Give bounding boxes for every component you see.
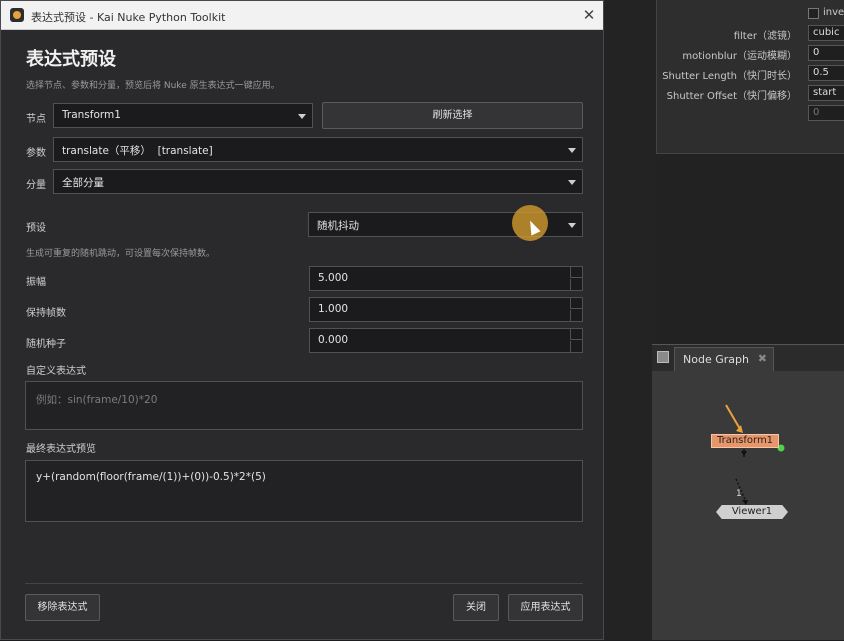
- filter-label: filter（滤镜）: [733, 31, 797, 42]
- close-icon: ✕: [582, 6, 596, 24]
- page-subtitle: 选择节点、参数和分量，预览后将 Nuke 原生表达式一键应用。: [26, 81, 280, 91]
- preset-description: 生成可重复的随机跳动，可设置每次保持帧数。: [26, 249, 216, 259]
- param-label: 参数: [26, 148, 46, 159]
- preview-label: 最终表达式预览: [26, 444, 96, 455]
- motionblur-row: motionblur（运动模糊） 0: [657, 45, 844, 63]
- workspace-separator: [604, 0, 656, 640]
- preset-label: 预设: [26, 223, 46, 234]
- empty-panel-area: [656, 154, 844, 344]
- param-dropdown[interactable]: translate（平移） [translate]: [53, 137, 583, 162]
- window-title: 表达式预设 - Kai Nuke Python Toolkit: [31, 11, 226, 24]
- param-dropdown-value: translate（平移） [translate]: [62, 145, 213, 157]
- filter-dropdown[interactable]: cubic: [808, 25, 844, 41]
- random-seed-label: 随机种子: [26, 339, 66, 350]
- chevron-down-icon: [568, 148, 576, 153]
- node-dropdown-value: Transform1: [62, 109, 121, 121]
- shutter-length-label: Shutter Length（快门时长）: [662, 71, 797, 82]
- component-dropdown[interactable]: 全部分量: [53, 169, 583, 194]
- window-close-button[interactable]: ✕: [578, 5, 600, 25]
- custom-expression-input[interactable]: 例如：sin(frame/10)*20: [25, 381, 583, 430]
- custom-expression-placeholder: 例如：sin(frame/10)*20: [36, 394, 158, 406]
- amplitude-spinbox[interactable]: 5.000: [309, 266, 583, 291]
- hold-frames-label: 保持帧数: [26, 308, 66, 319]
- amplitude-label: 振幅: [26, 277, 46, 288]
- node-viewer1[interactable]: Viewer1: [716, 505, 788, 519]
- spin-down-button[interactable]: [570, 310, 582, 321]
- chevron-down-icon: [298, 114, 306, 119]
- viewer-input-arrow: [742, 500, 748, 505]
- chevron-down-icon: [568, 223, 576, 228]
- preset-dropdown-value: 随机抖动: [317, 220, 359, 232]
- chevron-down-icon: [568, 180, 576, 185]
- invert-checkbox[interactable]: [808, 8, 819, 19]
- viewer-input-number: 1: [736, 489, 742, 499]
- window-titlebar[interactable]: 表达式预设 - Kai Nuke Python Toolkit ✕: [1, 1, 603, 30]
- close-button[interactable]: 关闭: [453, 594, 499, 621]
- nuke-app-icon: [10, 8, 24, 22]
- hold-frames-value: 1.000: [318, 303, 349, 315]
- hold-frames-spinbox[interactable]: 1.000: [309, 297, 583, 322]
- shutter-length-field[interactable]: 0.5: [808, 65, 844, 81]
- spin-down-button[interactable]: [570, 279, 582, 290]
- spin-up-button[interactable]: [570, 298, 582, 309]
- custom-offset-row: 0: [657, 105, 844, 123]
- filter-row: filter（滤镜） cubic: [657, 25, 844, 43]
- motionblur-field[interactable]: 0: [808, 45, 844, 61]
- random-seed-value: 0.000: [318, 334, 349, 346]
- invert-row: inve: [657, 5, 844, 23]
- spin-up-button[interactable]: [570, 267, 582, 278]
- custom-expression-label: 自定义表达式: [26, 366, 86, 377]
- expression-preset-dialog: 表达式预设 - Kai Nuke Python Toolkit ✕ 表达式预设 …: [0, 0, 604, 640]
- motionblur-label: motionblur（运动模糊）: [682, 51, 797, 62]
- custom-offset-field[interactable]: 0: [808, 105, 844, 121]
- amplitude-value: 5.000: [318, 272, 349, 284]
- shutter-offset-label: Shutter Offset（快门偏移）: [666, 91, 797, 102]
- shutter-offset-row: Shutter Offset（快门偏移） start: [657, 85, 844, 103]
- selection-arrow: [725, 404, 741, 430]
- apply-expression-button[interactable]: 应用表达式: [508, 594, 583, 621]
- page-title: 表达式预设: [26, 49, 116, 70]
- node-graph-connections: [725, 404, 785, 505]
- component-label: 分量: [26, 180, 46, 191]
- node-label: 节点: [26, 114, 46, 125]
- properties-panel: inve filter（滤镜） cubic motionblur（运动模糊） 0…: [656, 0, 844, 154]
- footer-divider: [25, 583, 583, 584]
- node-transform1[interactable]: Transform1: [711, 434, 779, 448]
- shutter-length-row: Shutter Length（快门时长） 0.5: [657, 65, 844, 83]
- spin-up-button[interactable]: [570, 329, 582, 340]
- node-graph-panel[interactable]: Node Graph ✖ Transform1 1 Viewer1: [652, 344, 844, 640]
- random-seed-spinbox[interactable]: 0.000: [309, 328, 583, 353]
- transform-output-arrow: [741, 451, 747, 456]
- spin-down-button[interactable]: [570, 341, 582, 352]
- remove-expression-button[interactable]: 移除表达式: [25, 594, 100, 621]
- component-dropdown-value: 全部分量: [62, 177, 104, 189]
- expression-preview-text: y+(random(floor(frame/(1))+(0))-0.5)*2*(…: [36, 471, 266, 483]
- expression-preview[interactable]: y+(random(floor(frame/(1))+(0))-0.5)*2*(…: [25, 460, 583, 522]
- invert-label: inve: [823, 7, 844, 18]
- node-dropdown[interactable]: Transform1: [53, 103, 313, 128]
- shutter-offset-dropdown[interactable]: start: [808, 85, 844, 101]
- refresh-selection-button[interactable]: 刷新选择: [322, 102, 583, 129]
